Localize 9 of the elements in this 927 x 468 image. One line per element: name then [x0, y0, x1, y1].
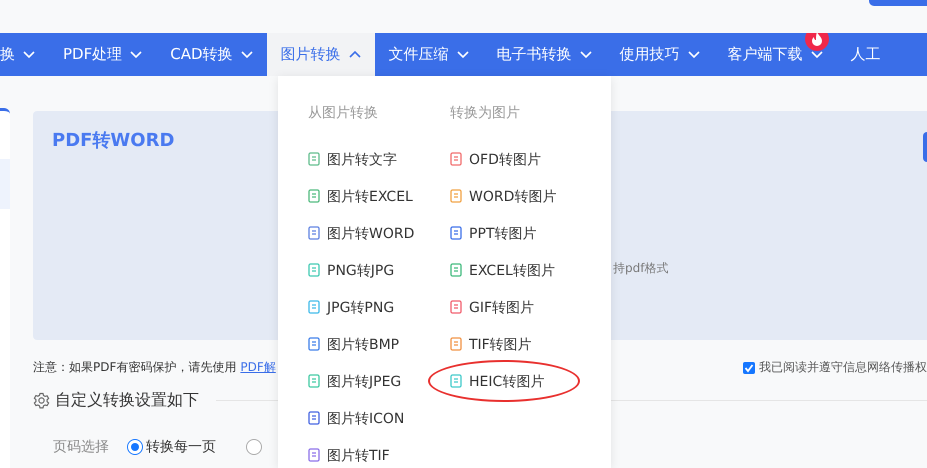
format-hint: 持pdf格式 [613, 260, 668, 277]
upload-title: PDF转WORD [52, 129, 174, 152]
field-label: 页码选择 [53, 438, 109, 456]
settings-title: 自定义转换设置如下 [55, 390, 199, 411]
menu-heading: 转换为图片 [450, 104, 521, 122]
menu-heading: 从图片转换 [308, 104, 379, 122]
option-label: 转换每一页 [146, 438, 216, 456]
password-note: 注意：如果PDF有密码保护，请先使用 [33, 360, 236, 374]
agree-label: 我已阅读并遵守信息网络传播权 [759, 359, 927, 376]
